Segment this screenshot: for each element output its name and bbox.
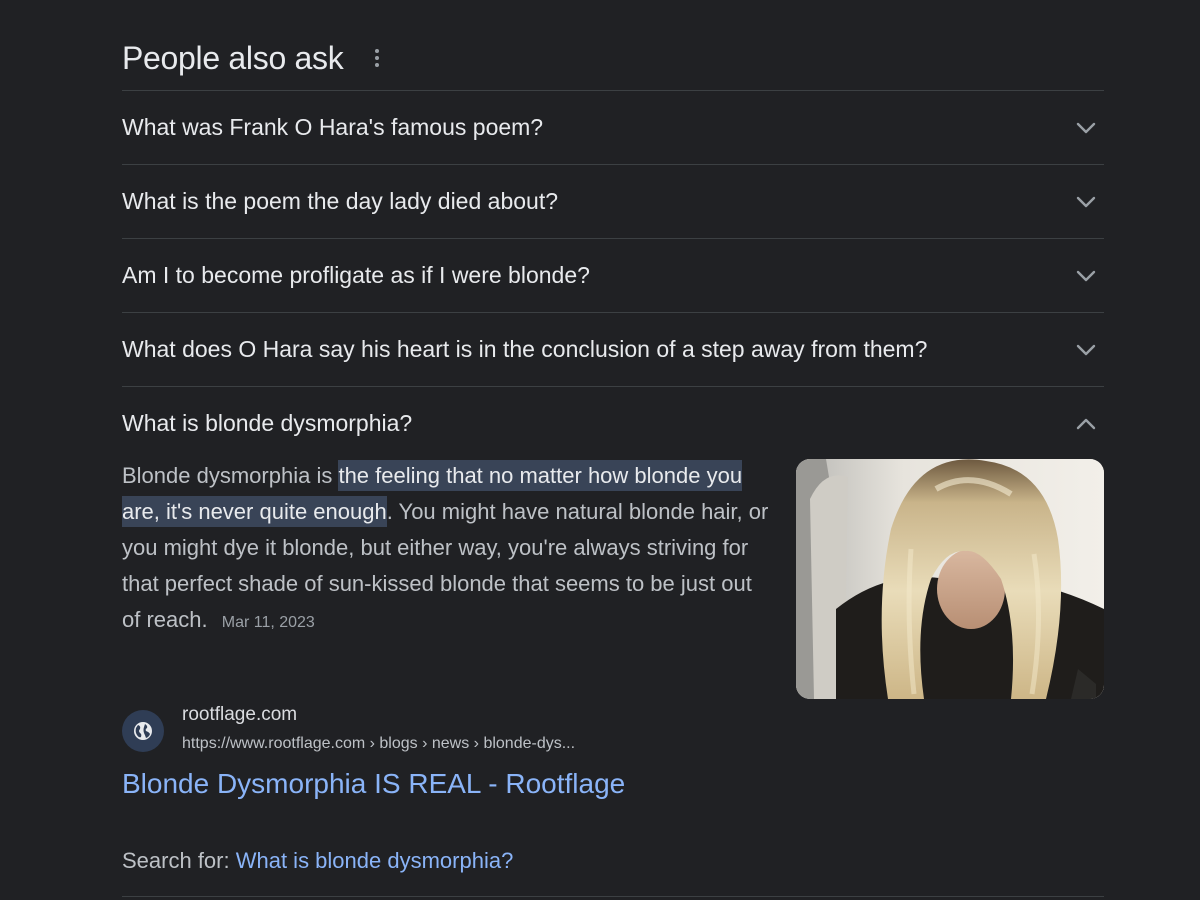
- answer-prefix: Blonde dysmorphia is: [122, 463, 339, 488]
- source-url[interactable]: https://www.rootflage.com › blogs › news…: [182, 735, 575, 753]
- more-options-icon[interactable]: [373, 46, 381, 70]
- divider: [122, 896, 1104, 897]
- search-for-query-link[interactable]: What is blonde dysmorphia?: [236, 848, 514, 873]
- question-text: What was Frank O Hara's famous poem?: [122, 114, 544, 140]
- question-text: What is the poem the day lady died about…: [122, 188, 559, 214]
- chevron-down-icon[interactable]: [1074, 190, 1098, 214]
- search-for-label: Search for:: [122, 848, 236, 873]
- chevron-down-icon[interactable]: [1074, 338, 1098, 362]
- paa-header: People also ask: [122, 36, 381, 80]
- question-row[interactable]: What is the poem the day lady died about…: [122, 164, 1104, 238]
- chevron-down-icon[interactable]: [1074, 264, 1098, 288]
- answer-date: Mar 11, 2023: [221, 614, 315, 631]
- answer-snippet: Blonde dysmorphia is the feeling that no…: [122, 458, 772, 641]
- question-text: Am I to become profligate as if I were b…: [122, 262, 590, 288]
- globe-icon: [122, 710, 164, 752]
- question-row[interactable]: What was Frank O Hara's famous poem?: [122, 90, 1104, 164]
- question-row[interactable]: Am I to become profligate as if I were b…: [122, 238, 1104, 312]
- question-row-expanded[interactable]: What is blonde dysmorphia?: [122, 386, 1104, 460]
- answer-thumbnail-image[interactable]: [796, 459, 1104, 699]
- question-list: What was Frank O Hara's famous poem? Wha…: [122, 90, 1104, 460]
- question-text: What is blonde dysmorphia?: [122, 410, 413, 436]
- result-title-link[interactable]: Blonde Dysmorphia IS REAL - Rootflage: [122, 768, 625, 800]
- chevron-up-icon[interactable]: [1074, 412, 1098, 436]
- source-site-name[interactable]: rootflage.com: [182, 704, 297, 726]
- search-for: Search for: What is blonde dysmorphia?: [122, 848, 513, 874]
- question-text: What does O Hara say his heart is in the…: [122, 336, 928, 362]
- people-also-ask-module: People also ask What was Frank O Hara's …: [122, 0, 1104, 900]
- chevron-down-icon[interactable]: [1074, 116, 1098, 140]
- question-row[interactable]: What does O Hara say his heart is in the…: [122, 312, 1104, 386]
- paa-title: People also ask: [122, 39, 344, 76]
